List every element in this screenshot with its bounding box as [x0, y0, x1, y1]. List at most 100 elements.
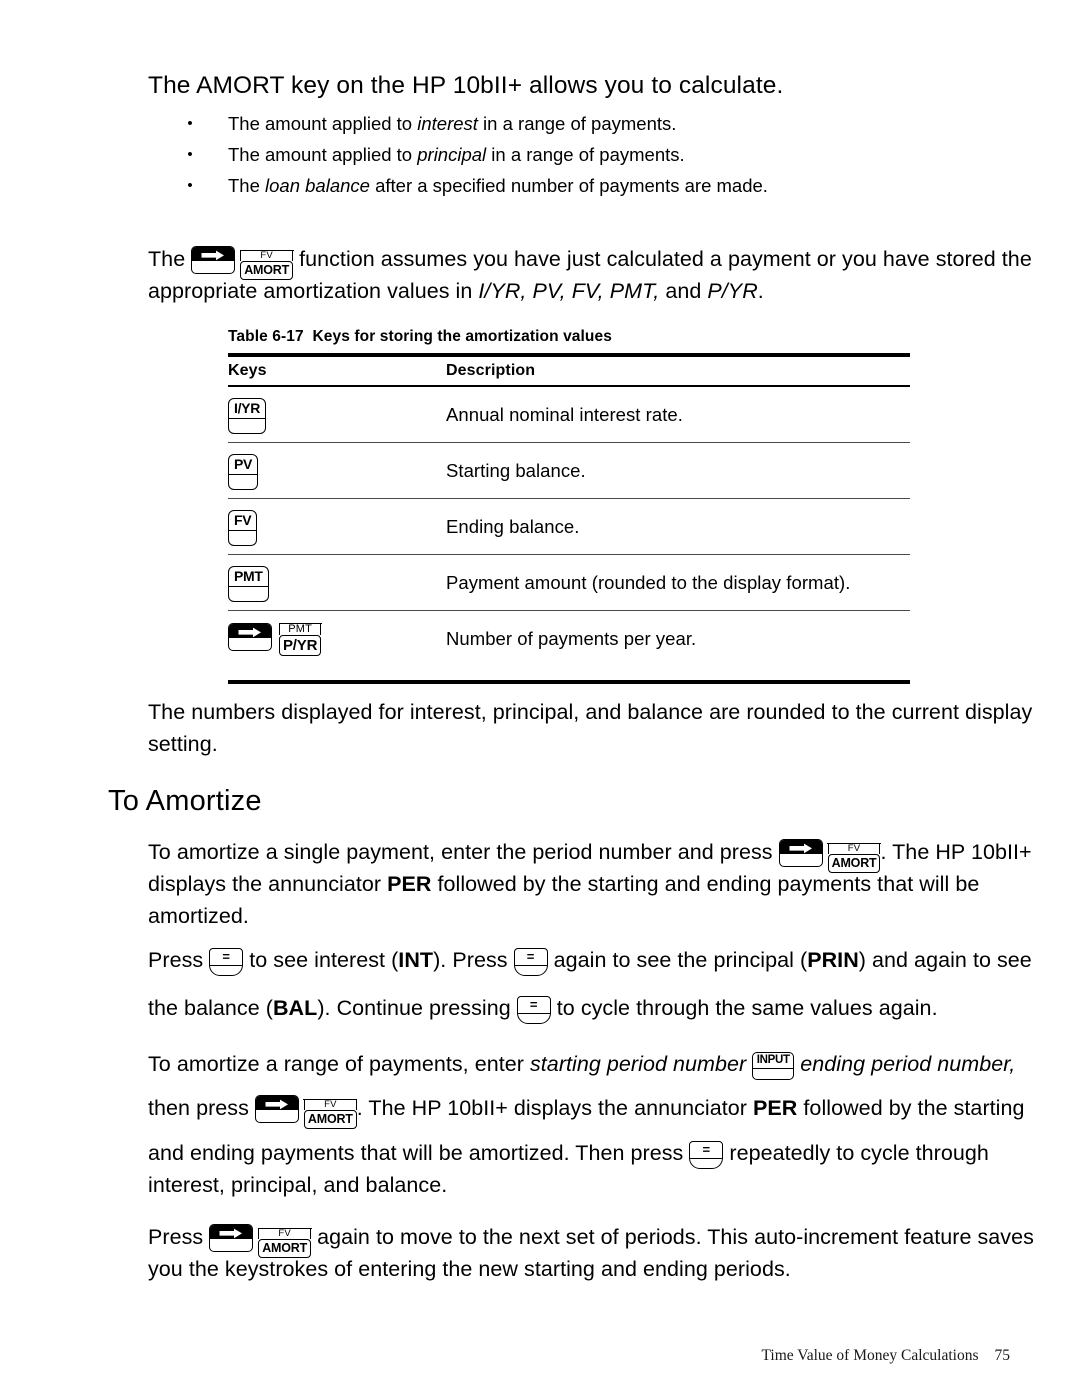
bullet-pre: The	[228, 175, 266, 196]
list-item: • The amount applied to interest in a ra…	[185, 108, 975, 139]
text-fragment: The	[148, 247, 192, 271]
list-item-text: The amount applied to principal in a ran…	[228, 139, 685, 170]
text-fragment: and ending payments that will be amortiz…	[148, 1141, 690, 1165]
table-cell-keys: I/YR	[228, 396, 446, 434]
table-row: PMT Payment amount (rounded to the displ…	[228, 555, 910, 610]
bullet-emphasis: loan balance	[265, 175, 370, 196]
paragraph-range-payments: To amortize a range of payments, enter s…	[148, 1048, 1025, 1201]
table-header-row: Keys Description	[228, 357, 910, 385]
key-face-blank	[515, 966, 547, 975]
bullet-dot-icon: •	[187, 146, 193, 163]
shift-key	[209, 1224, 254, 1252]
amort-key-label: AMORT	[258, 1239, 312, 1258]
bullet-dot-icon: •	[187, 177, 193, 194]
text-fragment: displays the annunciator	[148, 872, 388, 896]
amort-key: FV AMORT	[239, 250, 294, 280]
shift-arrow-icon	[789, 843, 812, 854]
list-item-text: The amount applied to interest in a rang…	[228, 108, 676, 139]
table-row: I/YR Annual nominal interest rate.	[228, 387, 910, 442]
annunciator-per: PER	[753, 1096, 798, 1120]
amort-key-label: AMORT	[827, 854, 881, 873]
amort-key-shift-label: FV	[827, 843, 881, 854]
annunciator-per: PER	[387, 872, 432, 896]
amort-key: FV AMORT	[257, 1228, 312, 1258]
emphasis-ending-period: ending period number,	[800, 1052, 1016, 1076]
shift-arrow-icon	[238, 627, 261, 638]
text-fragment: to see interest (	[243, 948, 399, 972]
page-footer: Time Value of Money Calculations 75	[0, 1347, 1011, 1365]
table-cell-keys: PMT P/YR	[228, 621, 446, 656]
pv-key-label: PV	[229, 455, 258, 475]
shift-key	[778, 839, 823, 867]
paragraph-line: and ending payments that will be amortiz…	[148, 1137, 1025, 1169]
paragraph-line: Press = to see interest (INT). Press = a…	[148, 944, 1032, 976]
text-fragment: again to move to the next set of periods…	[311, 1225, 1034, 1249]
equals-key-glyph: =	[513, 948, 548, 985]
paragraph-line: To amortize a range of payments, enter s…	[148, 1048, 1025, 1080]
amort-key-label: AMORT	[303, 1110, 357, 1129]
text-fragment: again to see the principal (	[547, 948, 808, 972]
input-key-label: INPUT	[753, 1053, 794, 1069]
paragraph-rounding: The numbers displayed for interest, prin…	[148, 696, 1032, 760]
pmt-key-label: PMT	[229, 567, 268, 587]
equals-key: =	[209, 948, 244, 976]
key-face-blank	[753, 1069, 793, 1079]
table-cell-keys: PMT	[228, 564, 446, 602]
key-face-blank	[518, 1014, 550, 1023]
table-6-17: Table 6-17 Keys for storing the amortiza…	[228, 328, 910, 684]
key-face-blank	[229, 475, 257, 489]
input-key-glyph: INPUT	[752, 1052, 795, 1089]
table-cell-description: Starting balance.	[446, 459, 586, 481]
shift-key	[254, 1095, 299, 1123]
table-caption: Table 6-17 Keys for storing the amortiza…	[228, 328, 910, 346]
register-names: I/YR, PV, FV, PMT,	[478, 279, 660, 303]
footer-title: Time Value of Money Calculations	[761, 1347, 979, 1364]
text-fragment: ). Press	[433, 948, 514, 972]
pv-key: PV	[228, 453, 259, 490]
table-cell-description: Number of payments per year.	[446, 627, 697, 649]
table-cell-description: Payment amount (rounded to the display f…	[446, 571, 851, 593]
text-fragment: to cycle through the same values again.	[550, 996, 938, 1020]
table-caption-label: Table 6-17	[228, 328, 304, 345]
equals-key-glyph: =	[689, 1141, 724, 1178]
text-fragment: followed by the starting	[797, 1096, 1025, 1120]
table-cell-description: Annual nominal interest rate.	[446, 403, 683, 425]
amort-key-shift-label: FV	[257, 1228, 312, 1239]
pyr-key: PMT P/YR	[278, 623, 322, 656]
paragraph-line: To amortize a single payment, enter the …	[148, 836, 1032, 873]
amort-key-glyph: FV AMORT	[239, 250, 294, 283]
amort-key-glyph: FV AMORT	[827, 843, 881, 876]
fv-key-label: FV	[229, 511, 257, 531]
text-fragment: and	[659, 279, 708, 303]
text-fragment: repeatedly to cycle through	[723, 1141, 989, 1165]
document-page: The AMORT key on the HP 10bII+ allows yo…	[0, 0, 1080, 1397]
shift-key	[228, 623, 272, 651]
text-fragment: appropriate amortization values in	[148, 279, 479, 303]
table-row: PMT P/YR Number of payments per year.	[228, 611, 910, 666]
shift-arrow-icon	[219, 1228, 243, 1239]
table-cell-description: Ending balance.	[446, 515, 580, 537]
equals-key-label: =	[690, 1142, 723, 1159]
pyr-key-label: P/YR	[279, 635, 322, 656]
page-section-heading: To Amortize	[108, 785, 262, 817]
paragraph-line: displays the annunciator PER followed by…	[148, 868, 1032, 900]
paragraph-line: Press FV AMORT again to move to the next …	[148, 1221, 1034, 1258]
key-face-blank	[229, 531, 256, 545]
text-fragment: To amortize a range of payments, enter	[148, 1052, 530, 1076]
paragraph-amort-function: The FV AMORT function assumes you have ju…	[148, 243, 1032, 307]
paragraph-line: The numbers displayed for interest, prin…	[148, 700, 1033, 724]
paragraph-line: setting.	[148, 732, 218, 756]
bullet-post: in a range of payments.	[486, 144, 685, 165]
table-row: FV Ending balance.	[228, 499, 910, 554]
shift-key	[191, 246, 236, 274]
key-face-blank	[229, 587, 268, 601]
list-item: • The loan balance after a specified num…	[185, 170, 975, 201]
amort-key-shift-label: FV	[239, 250, 294, 261]
amort-key-shift-label: FV	[303, 1099, 358, 1110]
bullet-emphasis: principal	[417, 144, 487, 165]
paragraph-line: amortized.	[148, 904, 249, 928]
key-face-blank	[210, 966, 242, 975]
equals-key-label: =	[517, 997, 550, 1014]
annunciator-int: INT	[398, 948, 434, 972]
annunciator-bal: BAL	[272, 996, 318, 1020]
